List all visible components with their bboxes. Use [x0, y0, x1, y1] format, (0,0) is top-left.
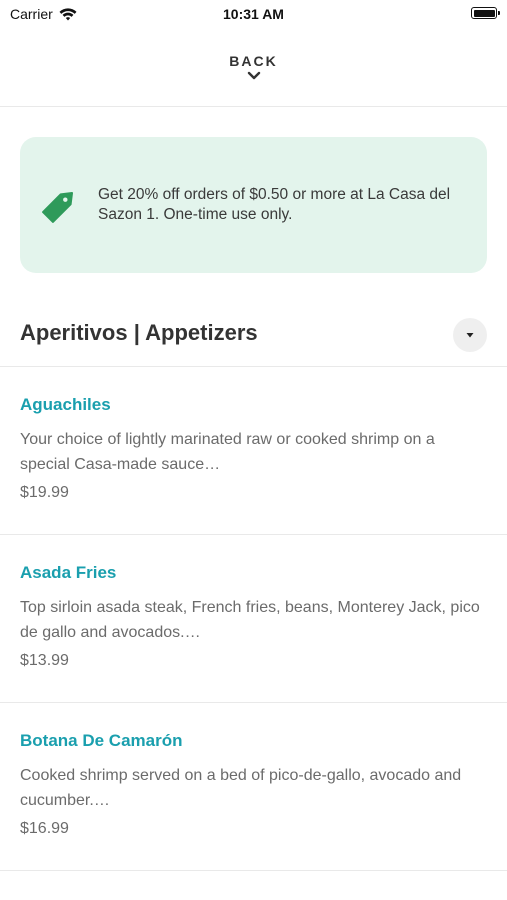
status-right — [471, 7, 500, 19]
menu-item[interactable]: Aguachiles Your choice of lightly marina… — [0, 367, 507, 535]
item-description: Top sirloin asada steak, French fries, b… — [20, 599, 480, 641]
tag-icon — [42, 191, 74, 223]
item-name: Botana De Camarón — [20, 731, 183, 750]
caret-down-icon — [466, 333, 474, 338]
promo-banner: Get 20% off orders of $0.50 or more at L… — [20, 137, 487, 273]
item-price: $16.99 — [20, 820, 69, 837]
battery-icon — [471, 7, 500, 19]
section-header: Aperitivos | Appetizers — [0, 306, 507, 367]
screen: Carrier 10:31 AM BACK Get 20% off orders… — [0, 0, 507, 900]
item-description: Your choice of lightly marinated raw or … — [20, 431, 435, 473]
item-name: Asada Fries — [20, 563, 117, 582]
status-time: 10:31 AM — [223, 6, 284, 22]
menu-item[interactable]: Asada Fries Top sirloin asada steak, Fre… — [0, 535, 507, 703]
section-collapse-button[interactable] — [453, 318, 487, 352]
item-description: Cooked shrimp served on a bed of pico-de… — [20, 767, 462, 809]
chevron-down-icon — [247, 71, 260, 80]
item-name: Aguachiles — [20, 395, 111, 414]
section-title: Aperitivos | Appetizers — [20, 320, 258, 345]
menu-list: Aguachiles Your choice of lightly marina… — [0, 367, 507, 871]
back-label: BACK — [229, 53, 278, 69]
status-bar: Carrier 10:31 AM — [0, 0, 507, 28]
menu-item[interactable]: Botana De Camarón Cooked shrimp served o… — [0, 703, 507, 871]
promo-text: Get 20% off orders of $0.50 or more at L… — [98, 186, 451, 223]
back-button[interactable]: BACK — [0, 50, 507, 107]
item-price: $19.99 — [20, 484, 69, 501]
item-price: $13.99 — [20, 652, 69, 669]
